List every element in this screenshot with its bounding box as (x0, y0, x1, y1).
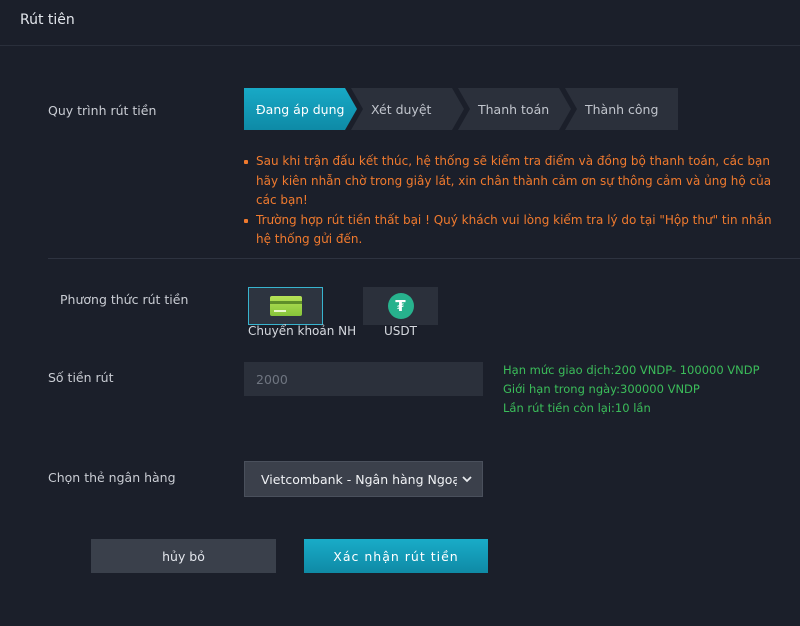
method-bank-transfer[interactable] (248, 287, 323, 325)
amount-input[interactable] (244, 362, 483, 396)
step-review: Xét duyệt (351, 88, 464, 130)
step-payment: Thanh toán (458, 88, 571, 130)
method-usdt[interactable]: ₮ (363, 287, 438, 325)
notice-item: Sau khi trận đấu kết thúc, hệ thống sẽ k… (242, 152, 787, 211)
page-title: Rút tiên (20, 12, 75, 28)
bank-select-value: Vietcombank - Ngân hàng Ngoại thương (261, 471, 457, 487)
title-divider (0, 45, 800, 46)
amount-label: Số tiền rút (48, 370, 114, 385)
cancel-button[interactable]: hủy bỏ (91, 539, 276, 573)
tether-icon: ₮ (387, 293, 414, 319)
method-label: Phương thức rút tiền (60, 292, 189, 307)
step-applying: Đang áp dụng (244, 88, 357, 130)
bank-card-icon (269, 296, 302, 316)
withdraw-page: Rút tiên Quy trình rút tiền Đang áp dụng… (0, 0, 800, 626)
process-label: Quy trình rút tiền (48, 103, 157, 118)
method-bank-transfer-label: Chuyển khoản NH (248, 324, 357, 338)
limit-daily: Giới hạn trong ngày:300000 VNDP (503, 382, 700, 396)
limit-remaining: Lần rút tiền còn lại:10 lần (503, 401, 651, 415)
chevron-down-icon (460, 472, 474, 486)
notice-list: Sau khi trận đấu kết thúc, hệ thống sẽ k… (242, 152, 787, 250)
limit-transaction: Hạn mức giao dịch:200 VNDP- 100000 VNDP (503, 363, 760, 377)
section-divider (48, 258, 800, 259)
bank-label: Chọn thẻ ngân hàng (48, 470, 176, 485)
notice-item: Trường hợp rút tiền thất bại ! Quý khách… (242, 211, 787, 250)
process-steps: Đang áp dụng Xét duyệt Thanh toán Thành … (244, 88, 678, 130)
confirm-withdraw-button[interactable]: Xác nhận rút tiền (304, 539, 488, 573)
method-usdt-label: USDT (384, 324, 417, 338)
step-success: Thành công (565, 88, 678, 130)
limits-info: Hạn mức giao dịch:200 VNDP- 100000 VNDP … (503, 361, 760, 418)
bank-select[interactable]: Vietcombank - Ngân hàng Ngoại thương (244, 461, 483, 497)
